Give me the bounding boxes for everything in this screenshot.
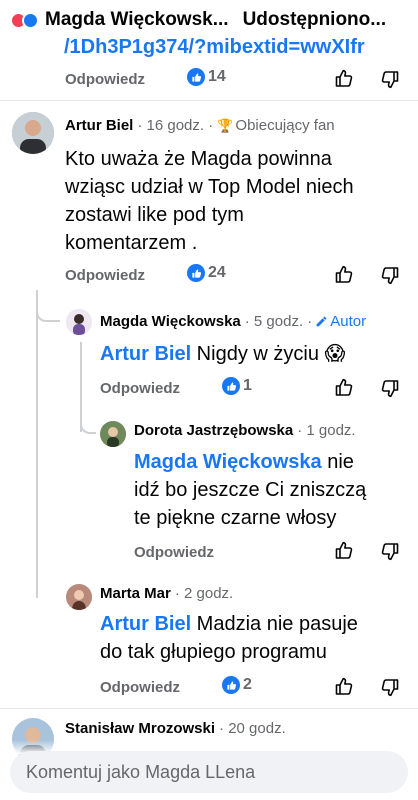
comment-author[interactable]: Artur Biel [65,117,133,134]
comment-time: · 5 godz. · [244,313,313,330]
reply-button[interactable]: Odpowiedz [65,71,145,88]
dislike-thumb-icon[interactable] [380,379,400,399]
like-badge-icon [222,377,240,395]
like-thumb-icon[interactable] [334,264,354,284]
comment-line: zostawi like pod tym [65,204,244,226]
reply-button[interactable]: Odpowiedz [134,544,214,561]
dislike-thumb-icon[interactable] [380,678,400,698]
comment-author-line: Artur Biel · 16 godz. · 🏆 Obiecujący fan [65,117,335,134]
comment-body: Kto uważa że Magda powinna wziąsc udział… [65,145,410,257]
divider [0,100,418,101]
comment-actions: Odpowiedz [65,67,145,91]
like-thumb-icon[interactable] [334,676,354,696]
comment-time: · 1 godz. [297,422,356,439]
comment-line: te piękne czarne włosy [134,507,337,529]
avatar-marta[interactable] [66,584,92,610]
comment-line: komentarzem . [65,232,198,254]
header-title[interactable]: Magda Więckowsk... Udostępniono... [45,9,400,31]
comment-author[interactable]: Dorota Jastrzębowska [134,422,293,439]
dislike-thumb-icon[interactable] [380,266,400,286]
comment-actions: Odpowiedz [100,376,180,400]
comment-author[interactable]: Magda Więckowska [100,313,241,330]
comment-input[interactable] [26,761,408,783]
comment-line: Kto uważa że Magda powinna [65,148,332,170]
comment-author-line: Stanisław Mrozowski · 20 godz. [65,720,286,737]
like-thumb-icon[interactable] [334,377,354,397]
comment-actions: Odpowiedz [134,540,214,564]
comment-time: · 2 godz. [174,585,234,602]
like-count-value: 24 [208,264,226,281]
author-badge-label: Autor [330,313,367,330]
comment-text: nie [321,451,354,473]
like-reaction-icon [22,11,39,29]
thread-connector [80,410,96,434]
header-shared: Udostępniono... [242,9,387,30]
comment-author-line: Marta Mar · 2 godz. [100,585,233,602]
reply-button[interactable]: Odpowiedz [100,679,180,696]
comment-line: do tak głupiego programu [100,641,327,663]
comment-line: idź bo jeszcze Ci zniszczą [134,479,367,501]
like-badge-icon [187,264,205,282]
avatar-magda[interactable] [66,309,92,335]
comment-line: wziąsc udział w Top Model niech [65,176,354,198]
comment-actions: Odpowiedz [100,675,180,699]
like-count[interactable]: 14 [187,68,226,86]
mention-link[interactable]: Artur Biel [100,613,191,635]
thread-connector [36,290,60,598]
like-count[interactable]: 24 [187,264,226,282]
comment-time: · 16 godz. · [137,117,214,134]
pencil-icon [316,316,327,327]
comment-body: Artur Biel Madzia nie pasuje do tak głup… [100,610,410,666]
like-count-value: 14 [208,68,226,85]
comment-author-line: Dorota Jastrzębowska · 1 godz. [134,422,356,439]
author-badge: Autor [315,313,366,330]
divider [0,708,418,709]
comment-time: · 20 godz. [219,720,286,737]
like-count-value: 2 [243,676,252,693]
dislike-thumb-icon[interactable] [380,542,400,562]
dislike-thumb-icon[interactable] [380,70,400,90]
fan-badge-label: Obiecujący fan [235,117,335,134]
like-badge-icon [187,68,205,86]
comment-composer[interactable] [10,751,408,793]
mention-link[interactable]: Magda Więckowska [134,451,322,473]
comment-body: Magda Więckowska nie idź bo jeszcze Ci z… [134,448,410,532]
like-badge-icon [222,676,240,694]
reply-button[interactable]: Odpowiedz [100,380,180,397]
like-thumb-icon[interactable] [334,68,354,88]
reply-button[interactable]: Odpowiedz [65,267,145,284]
comment-author-line: Magda Więckowska · 5 godz. · Autor [100,313,366,330]
like-thumb-icon[interactable] [334,540,354,560]
like-count-value: 1 [243,377,252,394]
comment-text: Nigdy w życiu 😱 [191,343,346,365]
comment-author[interactable]: Stanisław Mrozowski [65,720,215,737]
mention-link[interactable]: Artur Biel [100,343,191,365]
comment-body: Artur Biel Nigdy w życiu 😱 [100,340,410,368]
avatar-artur-biel[interactable] [12,112,54,154]
like-count[interactable]: 1 [222,377,252,395]
avatar-dorota[interactable] [100,421,126,447]
comment-author[interactable]: Marta Mar [100,585,171,602]
like-count[interactable]: 2 [222,676,252,694]
comment-text: Madzia nie pasuje [191,613,358,635]
comment-link[interactable]: /1Dh3P1g374/?mibextid=wwXIfr [64,34,418,60]
comment-actions: Odpowiedz [65,263,145,287]
reaction-icons [10,11,39,29]
header-author[interactable]: Magda Więckowsk... [45,9,229,30]
fan-badge-icon: 🏆 [217,117,234,133]
